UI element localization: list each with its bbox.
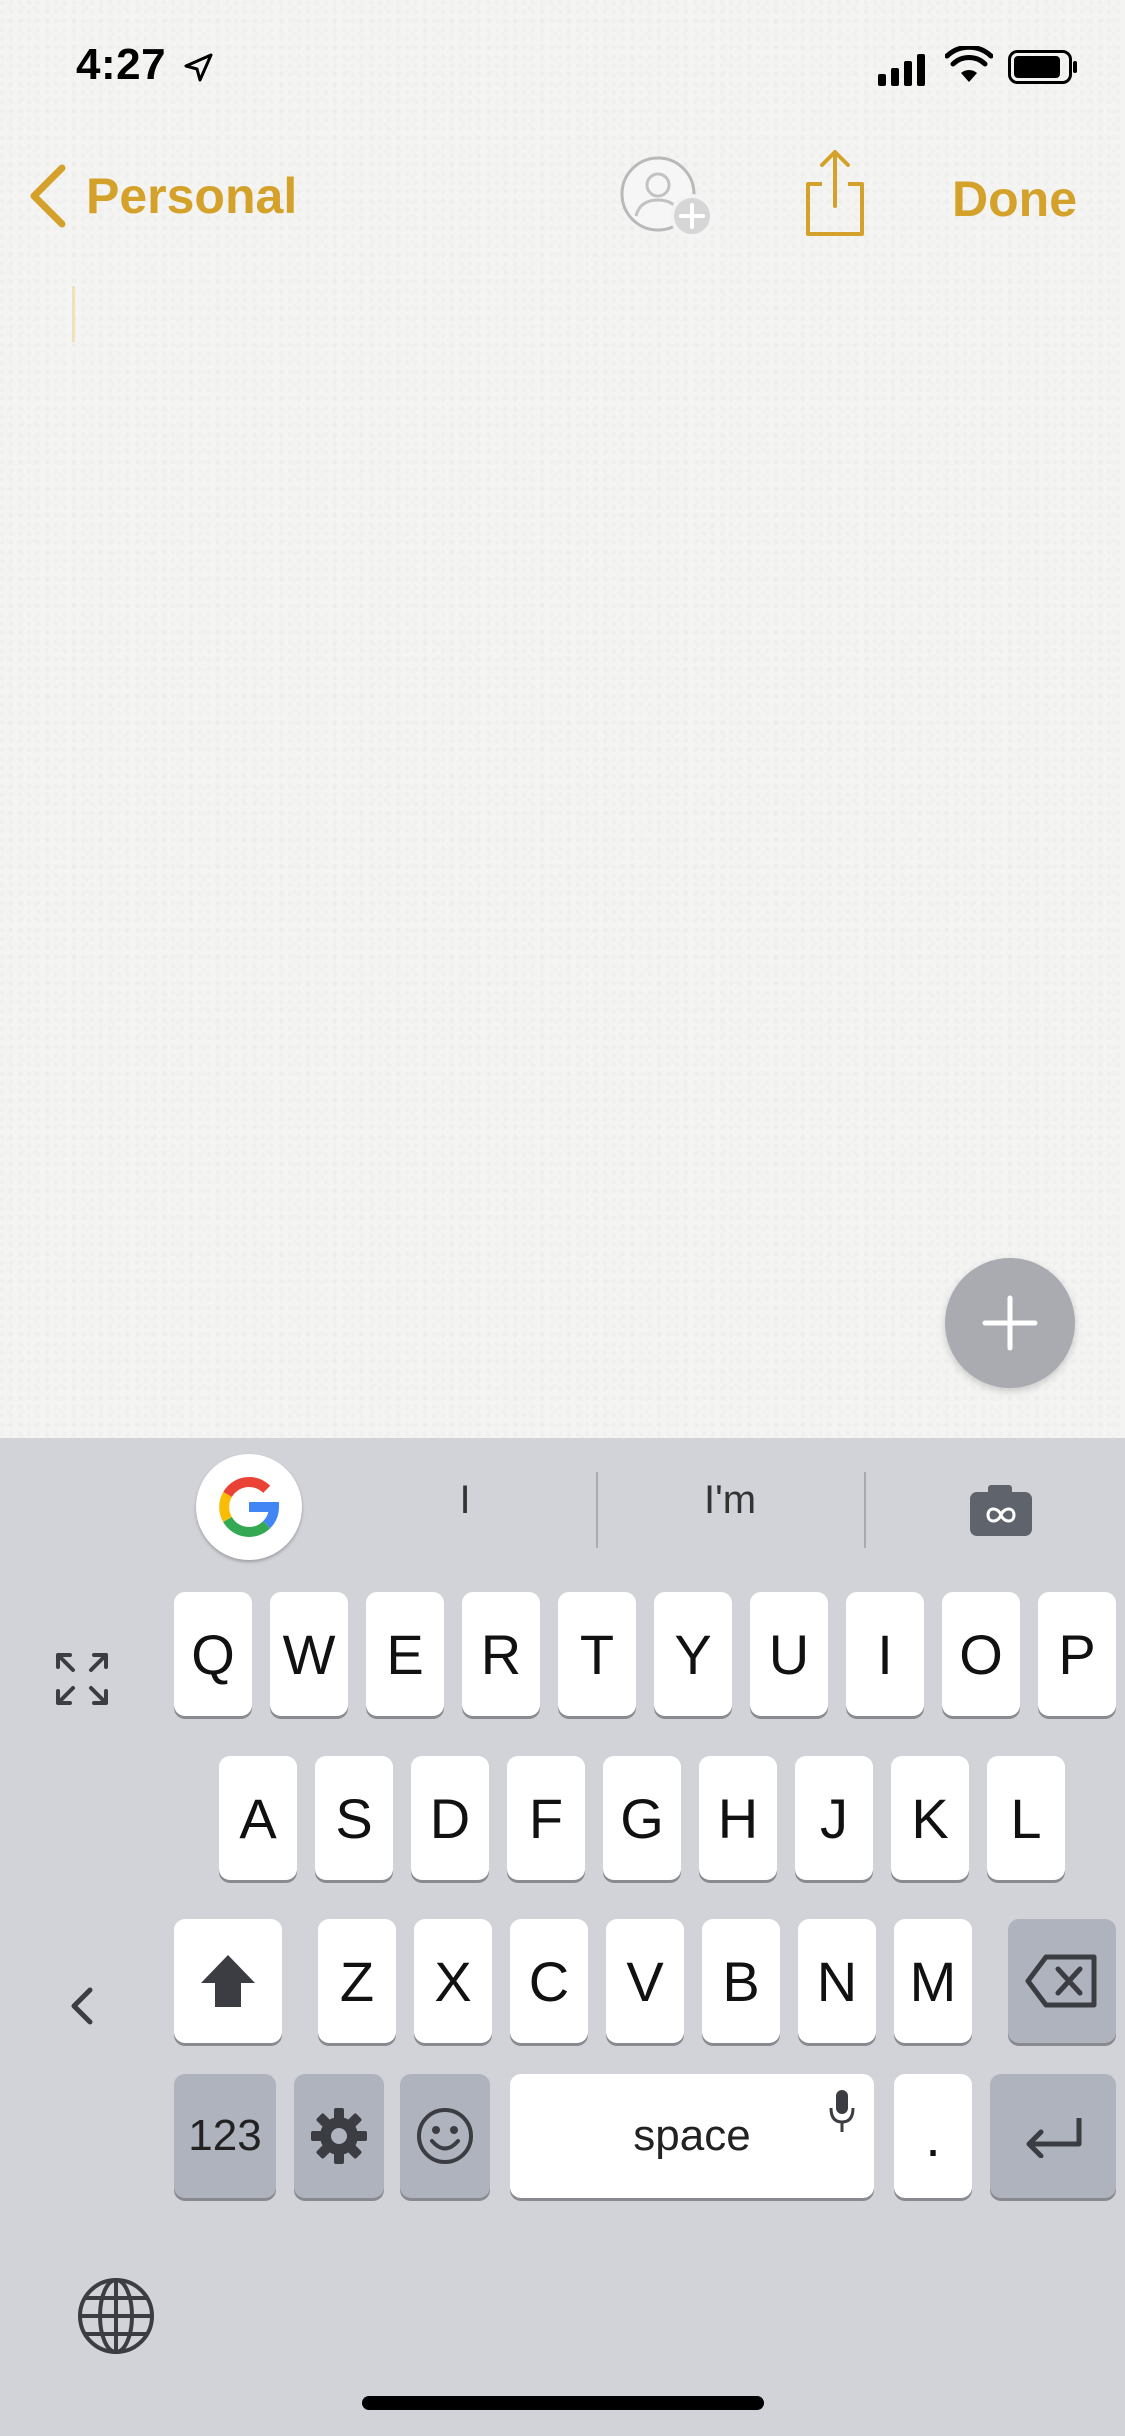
globe-icon[interactable] bbox=[76, 2276, 156, 2356]
back-button[interactable]: Personal bbox=[26, 160, 297, 232]
key-p[interactable]: P bbox=[1038, 1592, 1116, 1716]
chevron-left-icon bbox=[30, 164, 66, 228]
numbers-key[interactable]: 123 bbox=[174, 2074, 276, 2198]
share-icon[interactable] bbox=[800, 148, 870, 238]
cellular-signal-icon bbox=[878, 52, 930, 86]
suggestion-1[interactable]: I bbox=[410, 1478, 520, 1538]
google-logo-icon bbox=[219, 1476, 280, 1537]
key-l[interactable]: L bbox=[987, 1756, 1065, 1880]
key-d[interactable]: D bbox=[411, 1756, 489, 1880]
key-k[interactable]: K bbox=[891, 1756, 969, 1880]
key-q[interactable]: Q bbox=[174, 1592, 252, 1716]
shift-icon bbox=[201, 1955, 255, 2007]
key-j[interactable]: J bbox=[795, 1756, 873, 1880]
return-icon bbox=[1026, 2118, 1082, 2158]
text-cursor bbox=[72, 286, 75, 342]
google-search-button[interactable] bbox=[196, 1454, 302, 1560]
key-h[interactable]: H bbox=[699, 1756, 777, 1880]
key-m[interactable]: M bbox=[894, 1919, 972, 2043]
suggestion-2[interactable]: I'm bbox=[600, 1478, 860, 1538]
key-z[interactable]: Z bbox=[318, 1919, 396, 2043]
key-n[interactable]: N bbox=[798, 1919, 876, 2043]
key-y[interactable]: Y bbox=[654, 1592, 732, 1716]
status-time: 4:27 bbox=[76, 40, 167, 89]
key-r[interactable]: R bbox=[462, 1592, 540, 1716]
emoji-icon bbox=[417, 2108, 473, 2164]
camera-icon[interactable] bbox=[968, 1482, 1034, 1538]
emoji-key[interactable] bbox=[400, 2074, 490, 2198]
chevron-left-icon[interactable] bbox=[64, 1976, 100, 2036]
settings-key[interactable] bbox=[294, 2074, 384, 2198]
add-person-icon[interactable] bbox=[618, 152, 718, 242]
note-editor[interactable]: 4:27 Personal Done bbox=[0, 0, 1125, 1438]
return-key[interactable] bbox=[990, 2074, 1116, 2198]
space-label: space bbox=[633, 2111, 751, 2160]
key-x[interactable]: X bbox=[414, 1919, 492, 2043]
key-t[interactable]: T bbox=[558, 1592, 636, 1716]
key-b[interactable]: B bbox=[702, 1919, 780, 2043]
suggestion-divider bbox=[596, 1472, 598, 1548]
key-w[interactable]: W bbox=[270, 1592, 348, 1716]
space-key[interactable]: space bbox=[510, 2074, 874, 2198]
key-g[interactable]: G bbox=[603, 1756, 681, 1880]
period-key[interactable]: . bbox=[894, 2074, 972, 2198]
key-f[interactable]: F bbox=[507, 1756, 585, 1880]
key-i[interactable]: I bbox=[846, 1592, 924, 1716]
plus-icon bbox=[982, 1295, 1038, 1351]
done-button[interactable]: Done bbox=[952, 170, 1077, 228]
microphone-icon bbox=[829, 2090, 855, 2132]
key-a[interactable]: A bbox=[219, 1756, 297, 1880]
backspace-icon bbox=[1025, 1954, 1097, 2008]
key-u[interactable]: U bbox=[750, 1592, 828, 1716]
key-s[interactable]: S bbox=[315, 1756, 393, 1880]
wifi-icon bbox=[945, 46, 993, 82]
shift-key[interactable] bbox=[174, 1919, 282, 2043]
key-c[interactable]: C bbox=[510, 1919, 588, 2043]
suggestion-divider bbox=[864, 1472, 866, 1548]
expand-icon[interactable] bbox=[54, 1651, 110, 1707]
add-button[interactable] bbox=[945, 1258, 1075, 1388]
location-arrow-icon bbox=[184, 53, 213, 82]
battery-icon bbox=[1008, 50, 1077, 84]
key-e[interactable]: E bbox=[366, 1592, 444, 1716]
back-label: Personal bbox=[86, 168, 298, 224]
home-indicator bbox=[362, 2396, 764, 2410]
gear-icon bbox=[311, 2108, 367, 2164]
key-o[interactable]: O bbox=[942, 1592, 1020, 1716]
keyboard: I I'm Q W E R T Y U I O P A S D F G H J bbox=[0, 1438, 1125, 2436]
backspace-key[interactable] bbox=[1008, 1919, 1116, 2043]
key-v[interactable]: V bbox=[606, 1919, 684, 2043]
